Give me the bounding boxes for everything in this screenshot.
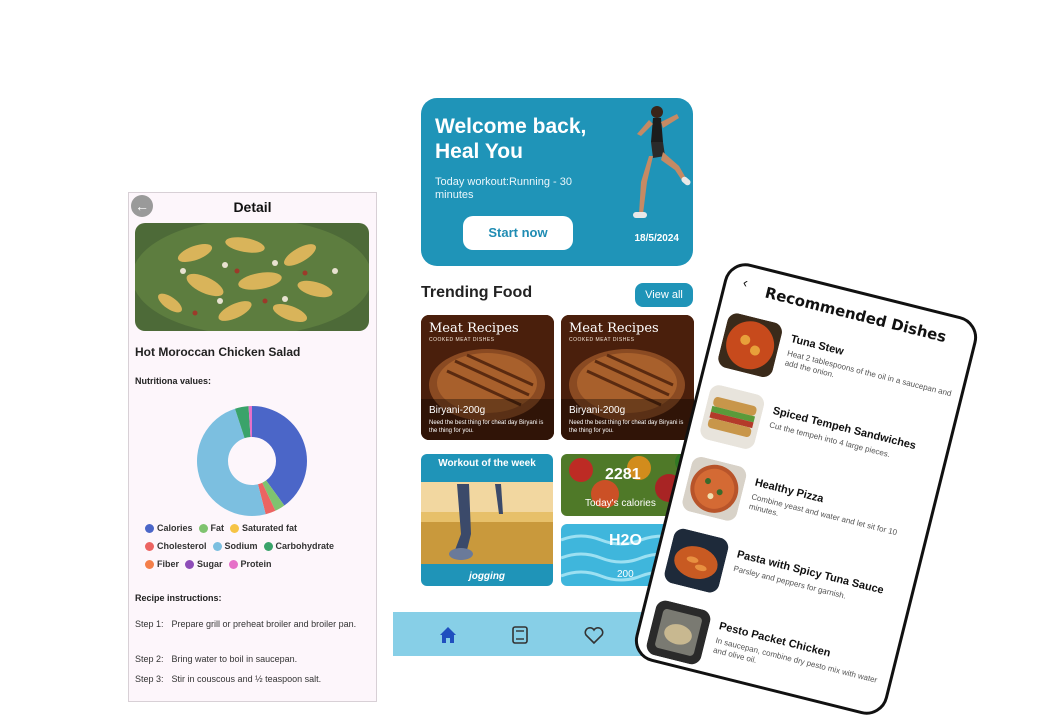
runner-image (633, 106, 691, 218)
recipe-step: Step 2: Bring water to boil in saucepan. (135, 654, 298, 664)
food-card-name: Biryani-200g (569, 405, 626, 416)
legend-item-saturated-fat: Saturated fat (230, 523, 297, 533)
home-icon[interactable] (437, 624, 459, 646)
jogging-image (421, 482, 553, 564)
chart-legend: Calories Fat Saturated fat Cholesterol S… (145, 523, 375, 577)
water-label: H2O (609, 532, 642, 549)
legend-dot (185, 559, 195, 569)
legend-dot (263, 541, 273, 551)
legend-dot (228, 559, 238, 569)
heart-icon[interactable] (583, 624, 605, 646)
workout-week-name: jogging (468, 571, 506, 582)
legend-item-sodium: Sodium (212, 541, 258, 551)
detail-screen: ← Detail Hot Moroccan Chicken Salad Nutr… (128, 192, 377, 702)
legend-item-fat: Fat (198, 523, 224, 533)
dish-thumbnail (698, 383, 767, 451)
instructions-label: Recipe instructions: (135, 593, 222, 603)
calories-label: Today's calories (585, 498, 656, 509)
dish-thumbnail (644, 598, 713, 667)
dish-thumbnail (662, 526, 731, 595)
legend-dot (212, 541, 222, 551)
food-card-header: Meat Recipes (429, 321, 519, 336)
food-card-name: Biryani-200g (429, 405, 486, 416)
food-card-desc: Need the best thing for cheat day Biryan… (569, 420, 684, 434)
welcome-title: Welcome back, Heal You (435, 115, 587, 163)
nutrition-donut-chart (197, 406, 307, 516)
food-card-subheader: COOKED MEAT DISHES (429, 337, 495, 343)
legend-dot (145, 559, 154, 569)
dish-name: Hot Moroccan Chicken Salad (135, 345, 301, 359)
legend-dot (145, 523, 154, 533)
recipe-step: Step 1: Prepare grill or preheat broiler… (135, 619, 357, 629)
workout-week-title: Workout of the week (438, 458, 536, 469)
view-all-button[interactable]: View all (635, 283, 693, 307)
legend-item-calories: Calories (145, 523, 193, 533)
legend-dot (145, 541, 154, 551)
legend-item-cholesterol: Cholesterol (145, 541, 207, 551)
food-card-desc: Need the best thing for cheat day Biryan… (429, 420, 544, 434)
book-icon[interactable] (509, 624, 531, 646)
legend-item-sugar: Sugar (185, 559, 223, 569)
food-card-subheader: COOKED MEAT DISHES (569, 337, 635, 343)
trending-food-title: Trending Food (421, 284, 533, 301)
legend-dot (230, 523, 240, 533)
date-label: 18/5/2024 (634, 233, 680, 244)
nutrition-label: Nutritiona values: (135, 376, 212, 386)
water-value: 200 (617, 569, 634, 580)
start-now-button[interactable]: Start now (463, 216, 573, 250)
dish-image (135, 223, 369, 331)
page-title: Detail (233, 199, 272, 215)
legend-item-protein: Protein (228, 559, 272, 569)
canvas: ← Detail Hot Moroccan Chicken Salad Nutr… (0, 0, 1048, 720)
legend-item-fiber: Fiber (145, 559, 179, 569)
food-card[interactable]: Meat Recipes COOKED MEAT DISHES Biryani-… (421, 315, 554, 440)
food-card-header: Meat Recipes (569, 321, 659, 336)
food-card[interactable]: Meat Recipes COOKED MEAT DISHES Biryani-… (561, 315, 694, 440)
legend-item-carbohydrate: Carbohydrate (263, 541, 334, 551)
legend-dot (198, 523, 208, 533)
recipe-step: Step 3: Stir in couscous and ½ teaspoon … (135, 674, 322, 684)
back-arrow-icon[interactable]: ‹ (741, 274, 749, 291)
today-workout-text: Today workout:Running - 30 minutes (435, 176, 572, 201)
dish-thumbnail (680, 454, 749, 523)
dish-thumbnail (716, 311, 785, 380)
welcome-card: Welcome back, Heal You Today workout:Run… (421, 98, 693, 266)
workout-of-week-card[interactable]: Workout of the week jogging (421, 454, 553, 586)
calories-value: 2281 (605, 466, 641, 483)
